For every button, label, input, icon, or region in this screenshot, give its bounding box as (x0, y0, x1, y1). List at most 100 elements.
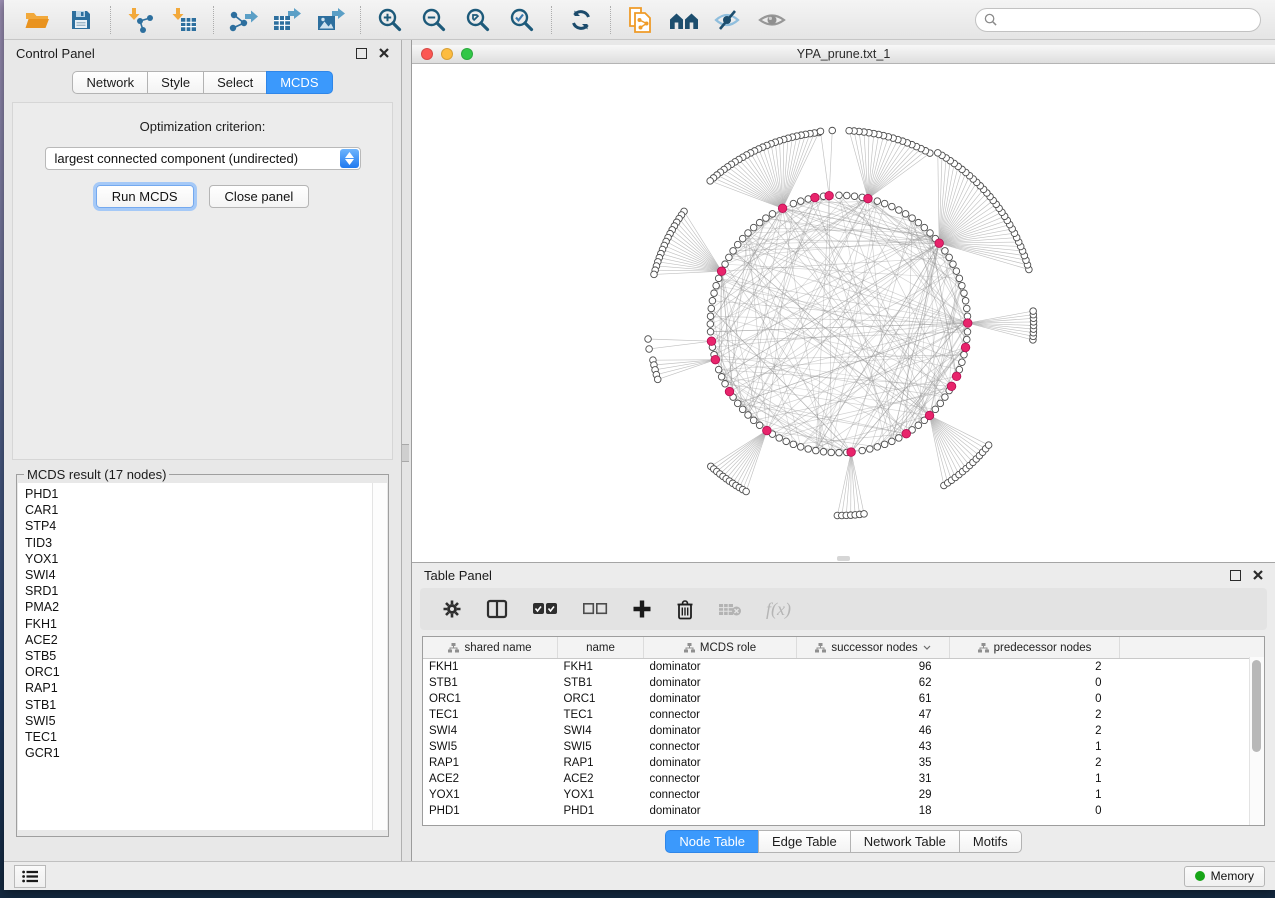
import-table-button[interactable] (167, 5, 201, 35)
table-cell[interactable]: 61 (797, 691, 950, 707)
ring-node[interactable] (896, 435, 903, 442)
table-row[interactable]: STB1STB1dominator620 (423, 675, 1265, 691)
new-network-from-selection-button[interactable] (623, 5, 657, 35)
ring-node[interactable] (722, 261, 729, 268)
table-cell[interactable]: 2 (950, 755, 1120, 771)
ring-node[interactable] (709, 297, 716, 304)
table-cell[interactable]: SWI5 (423, 739, 558, 755)
ring-node[interactable] (874, 198, 881, 205)
horizontal-splitter-handle[interactable] (837, 556, 850, 561)
table-cell[interactable]: connector (644, 787, 797, 803)
ring-node[interactable] (797, 198, 804, 205)
table-cell[interactable] (1120, 659, 1266, 676)
mcds-hub-node[interactable] (717, 267, 726, 276)
tab-edge-table[interactable]: Edge Table (758, 830, 850, 853)
table-row[interactable]: SWI5SWI5connector431 (423, 739, 1265, 755)
ring-node[interactable] (739, 406, 746, 413)
table-cell[interactable]: 35 (797, 755, 950, 771)
ring-node[interactable] (739, 235, 746, 242)
ring-node[interactable] (776, 435, 783, 442)
result-list-scrollbar[interactable] (372, 483, 387, 830)
ring-node[interactable] (805, 446, 812, 453)
zoom-fit-button[interactable] (461, 5, 495, 35)
table-cell[interactable]: ORC1 (423, 691, 558, 707)
ring-node[interactable] (828, 449, 835, 456)
ring-node[interactable] (921, 224, 928, 231)
table-cell[interactable] (1120, 771, 1266, 787)
table-cell[interactable]: STB1 (423, 675, 558, 691)
table-cell[interactable]: YOX1 (558, 787, 644, 803)
ring-node[interactable] (881, 441, 888, 448)
table-cell[interactable]: STB1 (558, 675, 644, 691)
tab-network[interactable]: Network (72, 71, 147, 94)
ring-node[interactable] (963, 305, 970, 312)
table-row[interactable]: SWI4SWI4dominator462 (423, 723, 1265, 739)
table-cell[interactable]: PHD1 (423, 803, 558, 819)
mcds-hub-node[interactable] (847, 448, 856, 457)
leaf-node[interactable] (646, 346, 653, 353)
mcds-hub-node[interactable] (961, 343, 970, 352)
ring-node[interactable] (763, 215, 770, 222)
close-table-panel-icon[interactable] (1253, 570, 1263, 580)
table-cell[interactable]: RAP1 (558, 755, 644, 771)
table-cell[interactable]: connector (644, 771, 797, 787)
export-table-button[interactable] (270, 5, 304, 35)
leaf-node[interactable] (707, 178, 714, 185)
ring-node[interactable] (956, 275, 963, 282)
ring-node[interactable] (896, 207, 903, 214)
table-cell[interactable] (1120, 803, 1266, 819)
leaf-node[interactable] (654, 376, 661, 383)
ring-node[interactable] (750, 224, 757, 231)
column-header-successor-nodes[interactable]: successor nodes (797, 637, 950, 659)
tab-style[interactable]: Style (147, 71, 203, 94)
ring-node[interactable] (946, 254, 953, 261)
splitter-handle[interactable] (402, 444, 409, 462)
minimize-window-button[interactable] (441, 48, 453, 60)
ring-node[interactable] (734, 241, 741, 248)
table-cell[interactable] (1120, 787, 1266, 803)
leaf-node[interactable] (651, 271, 658, 278)
tab-network-table[interactable]: Network Table (850, 830, 959, 853)
ring-node[interactable] (942, 248, 949, 255)
ring-node[interactable] (715, 366, 722, 373)
table-row[interactable]: FKH1FKH1dominator962 (423, 659, 1265, 676)
mcds-hub-node[interactable] (763, 426, 772, 435)
table-cell[interactable] (1120, 723, 1266, 739)
ring-node[interactable] (964, 328, 971, 335)
ring-node[interactable] (963, 336, 970, 343)
mcds-hub-node[interactable] (825, 191, 834, 200)
ring-node[interactable] (959, 282, 966, 289)
table-cell[interactable]: 29 (797, 787, 950, 803)
table-cell[interactable]: TEC1 (558, 707, 644, 723)
tab-select[interactable]: Select (203, 71, 266, 94)
show-all-button[interactable] (755, 5, 789, 35)
zoom-window-button[interactable] (461, 48, 473, 60)
table-cell[interactable]: 0 (950, 691, 1120, 707)
column-header-shared-name[interactable]: shared name (423, 637, 558, 659)
table-cell[interactable]: dominator (644, 675, 797, 691)
mcds-hub-node[interactable] (902, 429, 911, 438)
mcds-hub-node[interactable] (864, 194, 873, 203)
table-cell[interactable]: ACE2 (423, 771, 558, 787)
ring-node[interactable] (707, 328, 714, 335)
table-row[interactable]: YOX1YOX1connector291 (423, 787, 1265, 803)
delete-column-button[interactable] (676, 599, 694, 620)
table-cell[interactable]: 46 (797, 723, 950, 739)
ring-node[interactable] (718, 374, 725, 381)
mcds-hub-node[interactable] (935, 239, 944, 248)
float-panel-button[interactable] (356, 48, 367, 59)
table-row[interactable]: RAP1RAP1dominator352 (423, 755, 1265, 771)
table-cell[interactable]: FKH1 (558, 659, 644, 676)
ring-node[interactable] (790, 441, 797, 448)
leaf-node[interactable] (829, 127, 836, 134)
ring-node[interactable] (915, 219, 922, 226)
ring-node[interactable] (750, 417, 757, 424)
save-session-button[interactable] (64, 5, 98, 35)
ring-node[interactable] (769, 211, 776, 218)
ring-node[interactable] (889, 203, 896, 210)
ring-node[interactable] (836, 192, 843, 199)
table-cell[interactable] (1120, 739, 1266, 755)
table-settings-button[interactable] (442, 599, 462, 619)
table-cell[interactable]: 2 (950, 659, 1120, 676)
ring-node[interactable] (722, 380, 729, 387)
